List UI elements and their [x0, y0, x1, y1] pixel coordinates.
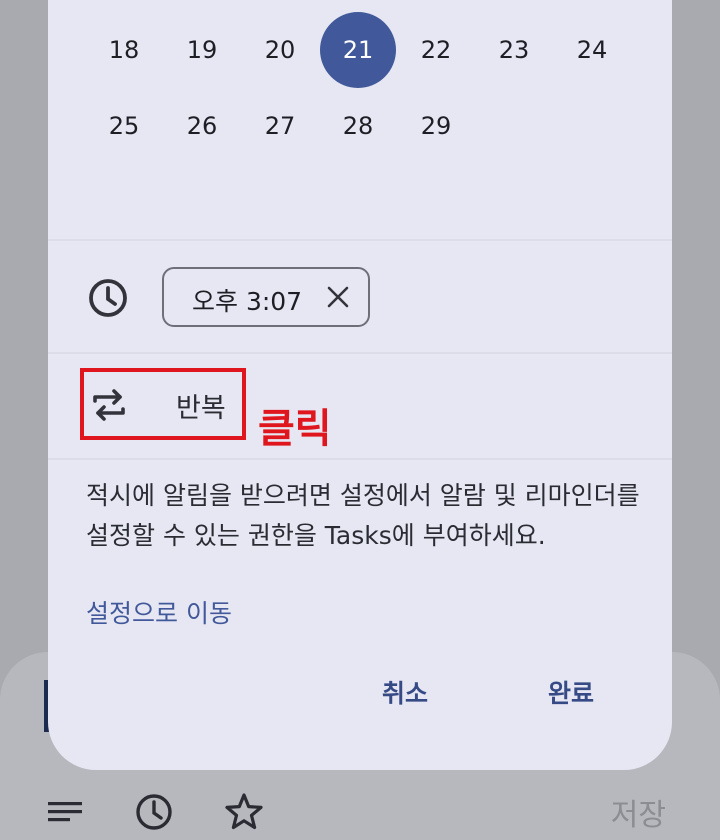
- calendar-day[interactable]: 28: [320, 88, 396, 164]
- calendar-day[interactable]: 18: [86, 12, 162, 88]
- calendar-day[interactable]: 26: [164, 88, 240, 164]
- calendar-day[interactable]: 20: [242, 12, 318, 88]
- clock-icon: [86, 276, 130, 320]
- repeat-button[interactable]: 반복: [80, 368, 246, 440]
- calendar-day[interactable]: 22: [398, 12, 474, 88]
- repeat-icon: [90, 386, 128, 424]
- done-button[interactable]: 완료: [548, 674, 594, 710]
- permission-message: 적시에 알림을 받으려면 설정에서 알람 및 리마인더를 설정할 수 있는 권한…: [86, 481, 640, 550]
- calendar-day[interactable]: 24: [554, 12, 630, 88]
- calendar-day[interactable]: 25: [86, 88, 162, 164]
- calendar-day[interactable]: 19: [164, 12, 240, 88]
- star-icon[interactable]: [224, 792, 264, 832]
- cancel-button[interactable]: 취소: [382, 674, 428, 710]
- calendar-week-row: 18 19 20 21 22 23 24: [48, 12, 672, 88]
- time-chip[interactable]: 오후 3:07: [162, 267, 370, 327]
- calendar-day-selected[interactable]: 21: [320, 12, 396, 88]
- go-to-settings-link[interactable]: 설정으로 이동: [86, 594, 232, 630]
- calendar-day[interactable]: 27: [242, 88, 318, 164]
- close-icon[interactable]: [326, 285, 350, 309]
- divider: [48, 352, 672, 354]
- repeat-label: 반복: [176, 393, 226, 424]
- time-row: 오후 3:07: [48, 242, 672, 352]
- date-time-dialog: 18 19 20 21 22 23 24 25 26 27 28 29 오후 3…: [48, 0, 672, 770]
- calendar-day[interactable]: 23: [476, 12, 552, 88]
- clock-icon[interactable]: [134, 792, 174, 832]
- time-chip-label: 오후 3:07: [192, 287, 303, 316]
- divider: [48, 458, 672, 460]
- calendar-day[interactable]: 29: [398, 88, 474, 164]
- click-annotation: 클릭: [258, 406, 332, 452]
- save-button[interactable]: 저장: [611, 790, 666, 834]
- calendar-week-row: 25 26 27 28 29: [48, 88, 672, 164]
- details-icon[interactable]: [46, 792, 86, 832]
- bottom-toolbar: 저장: [0, 770, 720, 840]
- divider: [48, 239, 672, 241]
